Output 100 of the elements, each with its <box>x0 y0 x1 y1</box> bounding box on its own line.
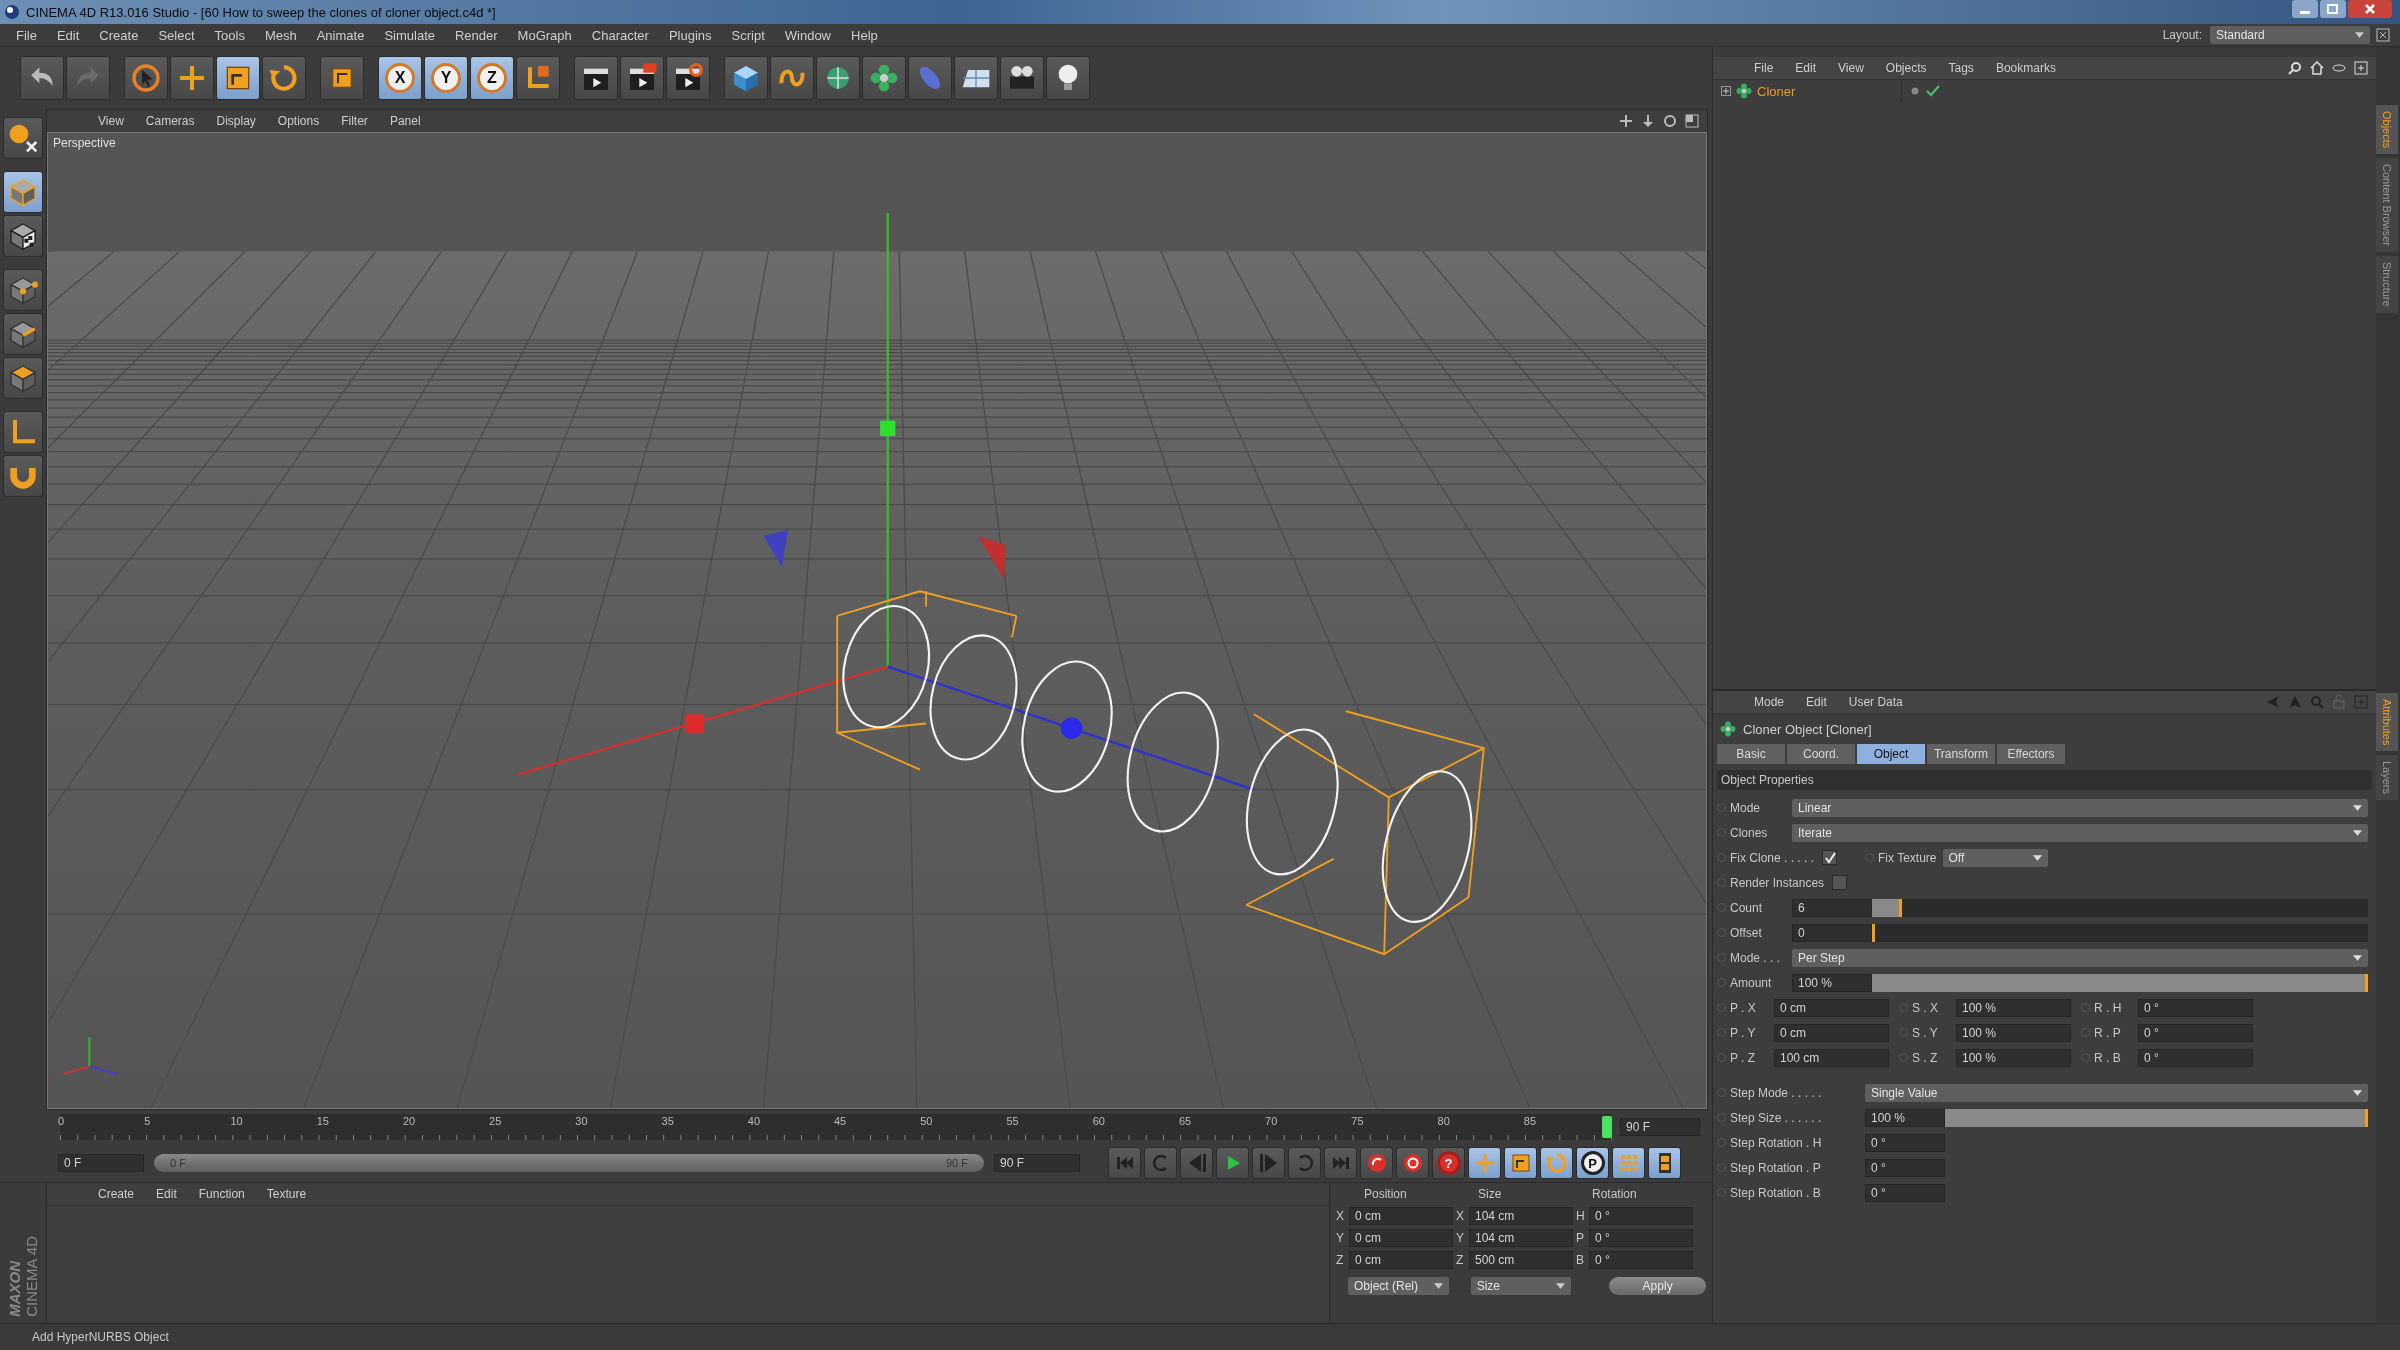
parameter-dropdown[interactable]: Single Value <box>1865 1083 2368 1102</box>
coordinate-field[interactable]: 500 cm <box>1469 1251 1573 1269</box>
value-field[interactable]: 0 cm <box>1774 1023 1889 1042</box>
move-tool-button[interactable] <box>170 56 214 100</box>
menu-item[interactable]: MoGraph <box>507 27 582 43</box>
key-pla-button[interactable]: P <box>1576 1147 1609 1179</box>
size-mode-dropdown[interactable]: Size <box>1470 1277 1572 1295</box>
object-name[interactable]: Cloner <box>1757 83 1897 99</box>
attribute-tab[interactable]: Basic <box>1717 744 1785 764</box>
camera-button[interactable] <box>1000 56 1044 100</box>
menu-item[interactable]: Character <box>581 27 659 43</box>
value-field[interactable]: 0 ° <box>2138 1023 2253 1042</box>
viewport-menu-item[interactable]: Panel <box>378 114 432 128</box>
object-menu-item[interactable]: View <box>1827 61 1875 75</box>
recent-tool-button[interactable] <box>320 56 364 100</box>
menu-item[interactable]: Render <box>444 27 508 43</box>
side-tab[interactable]: Structure <box>2376 256 2398 313</box>
attribute-tab[interactable]: Coord. <box>1787 744 1855 764</box>
home-icon[interactable] <box>2310 61 2324 75</box>
coordinate-field[interactable]: 0 cm <box>1349 1207 1453 1225</box>
checkbox[interactable] <box>1822 850 1838 865</box>
layout-dropdown[interactable]: Standard <box>2210 26 2370 44</box>
menu-item[interactable]: Window <box>774 27 841 43</box>
value-field[interactable]: 0 ° <box>2138 1048 2253 1067</box>
rotate-view-icon[interactable] <box>1663 114 1677 128</box>
object-menu-item[interactable]: File <box>1743 61 1785 75</box>
axis-lock-button[interactable]: X <box>378 56 422 100</box>
slider-fill[interactable] <box>1945 1108 2368 1127</box>
menu-item[interactable]: Create <box>89 27 149 43</box>
menu-item[interactable]: Mesh <box>254 27 307 43</box>
apply-button[interactable]: Apply <box>1609 1277 1706 1295</box>
side-tab[interactable]: Objects <box>2376 105 2398 155</box>
restore-button[interactable] <box>2320 0 2346 18</box>
menu-item[interactable]: Plugins <box>658 27 722 43</box>
coordinate-field[interactable]: 0 ° <box>1589 1251 1693 1269</box>
key-rotation-button[interactable] <box>1540 1147 1573 1179</box>
undo-button[interactable] <box>20 56 64 100</box>
coordinate-field[interactable]: 104 cm <box>1469 1229 1573 1247</box>
value-field[interactable]: 6 <box>1792 898 1872 917</box>
menu-item[interactable]: Select <box>148 27 205 43</box>
cube-button[interactable] <box>724 56 768 100</box>
menu-item[interactable]: Simulate <box>374 27 445 43</box>
timeline-ruler[interactable]: 0 5 10 15 20 25 30 35 40 45 50 55 60 65 70 75 80 85 <box>60 1114 1612 1140</box>
attribute-tab[interactable]: Object <box>1857 744 1925 764</box>
viewport-menu-item[interactable]: View <box>87 114 135 128</box>
scale-tool-button[interactable] <box>216 56 260 100</box>
key-scale-button[interactable] <box>1504 1147 1537 1179</box>
value-field[interactable]: 100 % <box>1956 1023 2071 1042</box>
object-menu-item[interactable]: Bookmarks <box>1984 61 2067 75</box>
key-help-button[interactable]: ? <box>1432 1147 1465 1179</box>
viewport-menu-item[interactable]: Options <box>266 114 331 128</box>
floor-button[interactable] <box>954 56 998 100</box>
coordinate-field[interactable]: 0 cm <box>1349 1251 1453 1269</box>
model-mode-button[interactable] <box>3 171 43 213</box>
slider-fill[interactable] <box>1872 923 1875 942</box>
close-button[interactable] <box>2348 0 2392 18</box>
rotate-tool-button[interactable] <box>262 56 306 100</box>
record-button[interactable] <box>1360 1147 1393 1179</box>
object-menu-item[interactable]: Objects <box>1874 61 1938 75</box>
start-frame-field[interactable]: 0 F <box>58 1154 144 1172</box>
end-frame-field[interactable]: 90 F <box>994 1154 1080 1172</box>
viewport-menu-item[interactable]: Cameras <box>134 114 206 128</box>
render-view-button[interactable] <box>574 56 618 100</box>
visibility-dot-icon[interactable] <box>1910 86 1920 96</box>
side-tab[interactable]: Layers <box>2376 755 2398 801</box>
attribute-menu-item[interactable]: Edit <box>1795 695 1838 709</box>
coordinate-field[interactable]: 0 ° <box>1589 1207 1693 1225</box>
spline-button[interactable] <box>770 56 814 100</box>
maximize-icon[interactable] <box>2376 28 2390 42</box>
value-field[interactable]: 100 cm <box>1774 1048 1889 1067</box>
points-mode-button[interactable] <box>3 269 43 311</box>
mode-button[interactable] <box>3 117 43 159</box>
attribute-menu-item[interactable]: User Data <box>1837 695 1914 709</box>
slider-fill[interactable] <box>1872 898 1902 917</box>
side-tab[interactable]: Attributes <box>2376 692 2398 752</box>
timeline-button[interactable] <box>1648 1147 1681 1179</box>
value-field[interactable]: 0 ° <box>2138 998 2253 1017</box>
menu-item[interactable]: Script <box>721 27 775 43</box>
frame-field[interactable]: 90 F <box>1620 1118 1700 1136</box>
polygons-mode-button[interactable] <box>3 357 43 399</box>
object-menu-item[interactable]: Edit <box>1784 61 1828 75</box>
maximize-view-icon[interactable] <box>1685 114 1699 128</box>
coordinate-field[interactable]: 104 cm <box>1469 1207 1573 1225</box>
render-settings-button[interactable] <box>666 56 710 100</box>
live-selection-button[interactable] <box>124 56 168 100</box>
checkbox[interactable] <box>1832 875 1848 890</box>
menu-item[interactable]: Help <box>841 27 888 43</box>
search-icon[interactable] <box>2288 61 2302 75</box>
key-position-button[interactable] <box>1468 1147 1501 1179</box>
attribute-tab[interactable]: Transform <box>1927 744 1995 764</box>
menu-item[interactable]: File <box>6 27 47 43</box>
edges-mode-button[interactable] <box>3 313 43 355</box>
light-button[interactable] <box>1046 56 1090 100</box>
cloner-button[interactable] <box>862 56 906 100</box>
viewport-menu-item[interactable]: Filter <box>330 114 379 128</box>
texture-mode-button[interactable] <box>3 215 43 257</box>
value-field[interactable]: 0 cm <box>1774 998 1889 1017</box>
autokey-button[interactable] <box>1396 1147 1429 1179</box>
go-to-start-button[interactable] <box>1108 1147 1141 1179</box>
check-icon[interactable] <box>1926 85 1940 97</box>
